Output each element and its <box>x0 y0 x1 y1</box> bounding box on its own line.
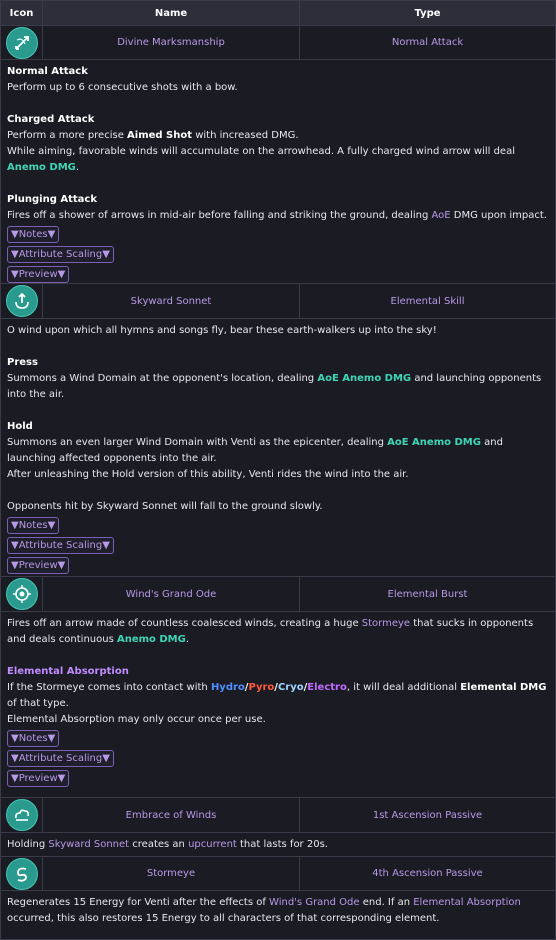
table-header: Icon Name Type <box>1 0 555 26</box>
header-name: Name <box>43 1 300 25</box>
stormeye-link[interactable]: Stormeye <box>362 618 410 629</box>
attribute-scaling-toggle[interactable]: ▼Attribute Scaling▼ <box>7 750 114 767</box>
section-title: Hold <box>7 421 33 432</box>
talents-table: Icon Name Type Divine Marksmanship Norma… <box>0 0 556 940</box>
description-text: O wind upon which all hymns and songs fl… <box>7 325 437 336</box>
aoe-link[interactable]: AoE <box>431 210 450 221</box>
talent-type: 1st Ascension Passive <box>372 809 483 821</box>
preview-toggle[interactable]: ▼Preview▼ <box>7 266 70 283</box>
attribute-scaling-toggle[interactable]: ▼Attribute Scaling▼ <box>7 246 114 263</box>
description-text: Elemental Absorption may only occur once… <box>7 714 266 725</box>
section-title: Normal Attack <box>7 66 88 77</box>
talent-name[interactable]: Embrace of Winds <box>43 798 300 832</box>
preview-toggle[interactable]: ▼Preview▼ <box>7 557 70 574</box>
header-icon: Icon <box>1 1 43 25</box>
talent-description: Normal Attack Perform up to 6 consecutiv… <box>1 60 555 284</box>
upcurrent-link[interactable]: upcurrent <box>188 839 237 850</box>
notes-toggle[interactable]: ▼Notes▼ <box>7 226 60 243</box>
skyward-sonnet-link[interactable]: Skyward Sonnet <box>48 839 129 850</box>
talent-row: Embrace of Winds 1st Ascension Passive <box>1 798 555 833</box>
talent-description: Regenerates 15 Energy for Venti after th… <box>1 891 555 939</box>
talent-name[interactable]: Stormeye <box>43 857 300 890</box>
description-text: Fires off a shower of arrows in mid-air … <box>7 210 547 221</box>
talent-type: 4th Ascension Passive <box>372 868 483 879</box>
talent-type: Normal Attack <box>391 37 464 48</box>
talent-row: Divine Marksmanship Normal Attack <box>1 26 555 60</box>
talent-name[interactable]: Wind's Grand Ode <box>43 577 300 611</box>
cloud-passive-icon <box>5 799 38 831</box>
talent-description: Fires off an arrow made of countless coa… <box>1 612 555 798</box>
talent-row: Skyward Sonnet Elemental Skill <box>1 284 555 319</box>
description-text: If the Stormeye comes into contact with … <box>7 682 547 709</box>
description-text: Summons an even larger Wind Domain with … <box>7 437 503 464</box>
section-title: Press <box>7 357 38 368</box>
talent-name[interactable]: Skyward Sonnet <box>43 284 300 318</box>
description-text: After unleashing the Hold version of thi… <box>7 469 409 480</box>
talent-type: Elemental Burst <box>387 588 468 600</box>
header-type: Type <box>414 7 441 19</box>
talent-description: O wind upon which all hymns and songs fl… <box>1 319 555 577</box>
description-text: Summons a Wind Domain at the opponent's … <box>7 373 542 400</box>
swirl-passive-icon <box>5 857 38 890</box>
vortex-burst-icon <box>5 578 38 610</box>
description-text: Perform up to 6 consecutive shots with a… <box>7 82 238 93</box>
description-text: Fires off an arrow made of countless coa… <box>7 618 534 645</box>
section-title: Elemental Absorption <box>7 666 129 677</box>
wind-skill-icon <box>5 285 38 317</box>
section-title: Charged Attack <box>7 114 95 125</box>
description-text: Holding Skyward Sonnet creates an upcurr… <box>7 839 328 850</box>
preview-toggle[interactable]: ▼Preview▼ <box>7 770 70 787</box>
section-title: Plunging Attack <box>7 194 97 205</box>
notes-toggle[interactable]: ▼Notes▼ <box>7 730 60 747</box>
talent-row: Stormeye 4th Ascension Passive <box>1 857 555 891</box>
talent-description: Holding Skyward Sonnet creates an upcurr… <box>1 833 555 857</box>
description-text: Opponents hit by Skyward Sonnet will fal… <box>7 501 323 512</box>
elemental-absorption-link[interactable]: Elemental Absorption <box>413 897 521 908</box>
talent-name[interactable]: Divine Marksmanship <box>43 26 300 59</box>
winds-grand-ode-link[interactable]: Wind's Grand Ode <box>269 897 360 908</box>
talent-row: Wind's Grand Ode Elemental Burst <box>1 577 555 612</box>
description-text: Perform a more precise Aimed Shot with i… <box>7 130 299 141</box>
description-text: Regenerates 15 Energy for Venti after th… <box>7 897 521 924</box>
bow-icon <box>5 26 38 59</box>
attribute-scaling-toggle[interactable]: ▼Attribute Scaling▼ <box>7 537 114 554</box>
notes-toggle[interactable]: ▼Notes▼ <box>7 517 60 534</box>
description-text: While aiming, favorable winds will accum… <box>7 146 515 173</box>
talent-type: Elemental Skill <box>390 295 465 307</box>
